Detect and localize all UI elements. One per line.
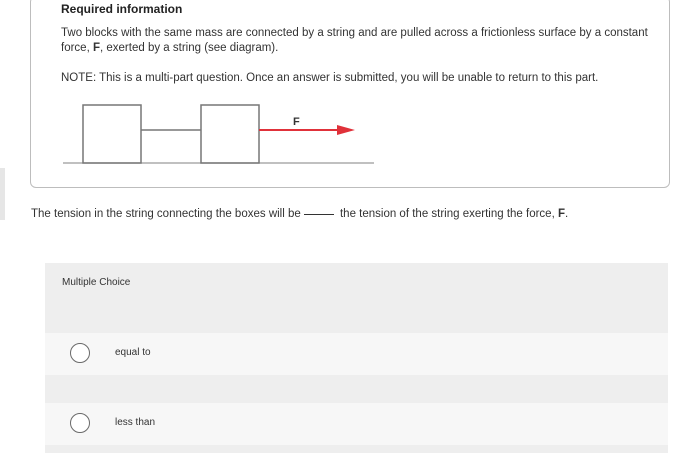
question-text: The tension in the string connecting the… [31, 208, 569, 220]
answer-blank [303, 214, 334, 215]
force-arrow-head [337, 125, 355, 135]
block-left [82, 104, 142, 164]
block-right [200, 104, 260, 164]
multiple-choice-label: Multiple Choice [62, 277, 131, 288]
option-equal-to[interactable]: equal to [45, 333, 668, 375]
radio-button[interactable] [70, 343, 90, 363]
option-label: less than [115, 417, 156, 428]
problem-statement: Two blocks with the same mass are connec… [61, 27, 648, 54]
radio-button[interactable] [70, 413, 90, 433]
blocks-diagram: F [63, 104, 374, 164]
info-title: Required information [61, 2, 183, 16]
force-label: F [293, 116, 300, 128]
force-symbol: F [92, 41, 100, 54]
option-label: equal to [115, 347, 151, 358]
note-text: NOTE: This is a multi-part question. Onc… [61, 72, 599, 84]
option-less-than[interactable]: less than [45, 403, 668, 445]
page-edge-tab [0, 168, 5, 220]
force-symbol: F [557, 208, 565, 220]
